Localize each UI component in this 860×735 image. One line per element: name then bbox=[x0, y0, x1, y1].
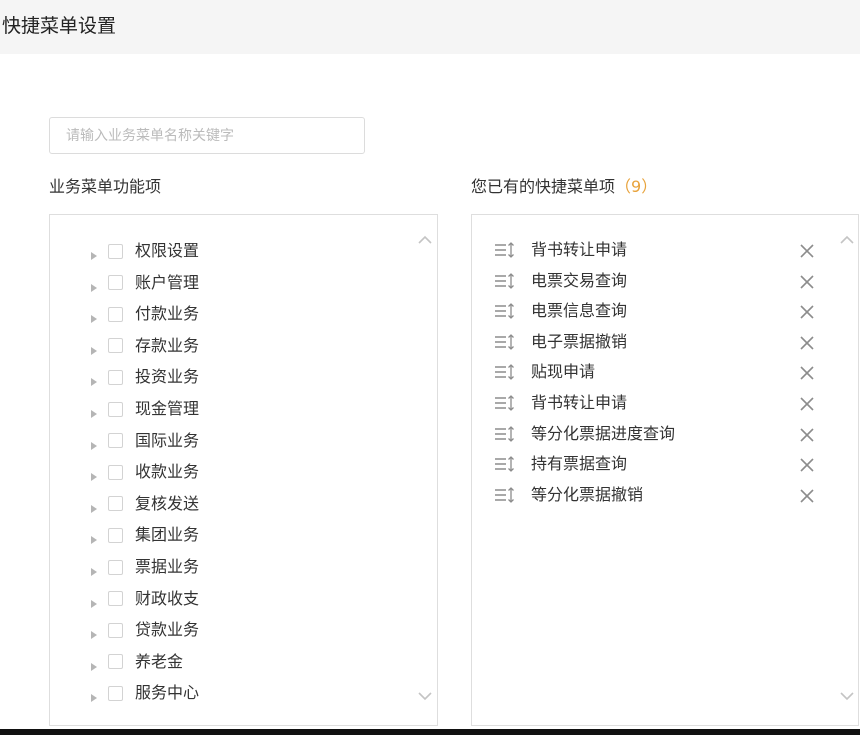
checkbox[interactable] bbox=[108, 369, 123, 385]
checkbox[interactable] bbox=[108, 464, 123, 480]
quick-menu-item-label: 电票交易查询 bbox=[531, 270, 628, 290]
expand-arrow-icon[interactable] bbox=[90, 625, 98, 640]
drag-handle-icon[interactable] bbox=[494, 241, 516, 259]
tree-item-label: 贷款业务 bbox=[135, 620, 200, 640]
tree-item-label: 国际业务 bbox=[135, 430, 200, 450]
drag-handle-icon[interactable] bbox=[494, 486, 516, 504]
drag-handle-icon[interactable] bbox=[494, 363, 516, 381]
tree-item-label: 集团业务 bbox=[135, 525, 200, 545]
checkbox[interactable] bbox=[108, 496, 123, 512]
checkbox[interactable] bbox=[108, 306, 123, 322]
quick-menu-item-label: 等分化票据进度查询 bbox=[531, 423, 676, 443]
drag-handle-icon[interactable] bbox=[494, 333, 516, 351]
quick-menu-item[interactable]: 持有票据查询 bbox=[472, 450, 852, 478]
quick-menu-item[interactable]: 电子票据撤销 bbox=[472, 328, 852, 356]
drag-handle-icon[interactable] bbox=[494, 302, 516, 320]
tree-item-label: 权限设置 bbox=[135, 241, 200, 260]
quick-menu-item-label: 电子票据撤销 bbox=[531, 331, 628, 351]
tree-item-label: 收款业务 bbox=[135, 462, 200, 482]
remove-icon[interactable] bbox=[800, 488, 814, 503]
checkbox[interactable] bbox=[108, 401, 123, 417]
quick-menu-item[interactable]: 贴现申请 bbox=[472, 358, 852, 386]
expand-arrow-icon[interactable] bbox=[90, 341, 98, 355]
remove-icon[interactable] bbox=[800, 457, 814, 472]
remove-icon[interactable] bbox=[800, 243, 814, 258]
expand-arrow-icon[interactable] bbox=[90, 594, 98, 608]
drag-handle-icon[interactable] bbox=[494, 272, 516, 290]
tree-item-label: 存款业务 bbox=[135, 335, 200, 355]
quick-menu-item-label: 电票信息查询 bbox=[531, 301, 628, 321]
checkbox[interactable] bbox=[108, 243, 123, 259]
expand-arrow-icon[interactable] bbox=[90, 467, 98, 482]
expand-arrow-icon[interactable] bbox=[90, 372, 98, 387]
tree-item-label: 投资业务 bbox=[135, 367, 200, 387]
quick-menu-label-text: 您已有的快捷菜单项 bbox=[471, 177, 616, 196]
tree-item-label: 财政收支 bbox=[135, 588, 200, 608]
quick-menu-count: （9） bbox=[615, 177, 658, 196]
expand-arrow-icon[interactable] bbox=[90, 309, 98, 324]
quick-menu-item-label: 持有票据查询 bbox=[531, 454, 628, 474]
tree-item-label: 票据业务 bbox=[135, 557, 200, 576]
scroll-down-icon[interactable] bbox=[840, 691, 854, 705]
drag-handle-icon[interactable] bbox=[494, 455, 516, 473]
quick-menu-item-label: 贴现申请 bbox=[531, 362, 596, 382]
quick-menu-item-label: 等分化票据撤销 bbox=[531, 484, 644, 504]
quick-menu-item[interactable]: 电票信息查询 bbox=[472, 297, 852, 325]
quick-menu-item-label: 背书转让申请 bbox=[531, 240, 628, 259]
scroll-down-icon[interactable] bbox=[418, 691, 432, 705]
tree-item-label: 付款业务 bbox=[135, 304, 200, 324]
tree-item-label: 复核发送 bbox=[135, 493, 200, 513]
quick-menu-item[interactable]: 背书转让申请 bbox=[472, 389, 852, 417]
remove-icon[interactable] bbox=[800, 427, 814, 442]
expand-arrow-icon[interactable] bbox=[90, 436, 98, 450]
remove-icon[interactable] bbox=[800, 365, 814, 380]
checkbox[interactable] bbox=[108, 433, 123, 449]
checkbox[interactable] bbox=[108, 275, 123, 291]
quick-menu-item[interactable]: 电票交易查询 bbox=[472, 267, 852, 295]
page-header: 快捷菜单设置 bbox=[0, 0, 860, 54]
scroll-up-icon[interactable] bbox=[840, 235, 854, 249]
checkbox[interactable] bbox=[108, 591, 123, 607]
expand-arrow-icon[interactable] bbox=[90, 530, 98, 545]
bottom-bar bbox=[0, 729, 860, 735]
page-title: 快捷菜单设置 bbox=[2, 15, 117, 37]
search-input[interactable] bbox=[49, 117, 365, 154]
scroll-up-icon[interactable] bbox=[418, 235, 432, 249]
expand-arrow-icon[interactable] bbox=[90, 404, 98, 418]
quick-menu-item[interactable]: 背书转让申请 bbox=[472, 236, 852, 264]
remove-icon[interactable] bbox=[800, 396, 814, 411]
tree-item-label: 养老金 bbox=[135, 651, 184, 671]
tree-item-label: 账户管理 bbox=[135, 272, 200, 292]
checkbox[interactable] bbox=[108, 654, 123, 670]
tree-item-label: 服务中心 bbox=[135, 683, 200, 703]
expand-arrow-icon[interactable] bbox=[90, 657, 98, 671]
checkbox[interactable] bbox=[108, 338, 123, 354]
remove-icon[interactable] bbox=[800, 274, 814, 289]
business-menu-panel[interactable]: 权限设置账户管理付款业务存款业务投资业务现金管理国际业务收款业务复核发送集团业务… bbox=[49, 214, 438, 726]
expand-arrow-icon[interactable] bbox=[90, 246, 98, 260]
checkbox[interactable] bbox=[108, 622, 123, 638]
business-menu-label: 业务菜单功能项 bbox=[49, 177, 162, 196]
tree-item-label: 现金管理 bbox=[135, 399, 200, 418]
quick-menu-item-label: 背书转让申请 bbox=[531, 393, 628, 412]
expand-arrow-icon[interactable] bbox=[90, 278, 98, 292]
remove-icon[interactable] bbox=[800, 335, 814, 350]
checkbox[interactable] bbox=[108, 527, 123, 543]
drag-handle-icon[interactable] bbox=[494, 425, 516, 443]
checkbox[interactable] bbox=[108, 559, 123, 575]
quick-menu-item[interactable]: 等分化票据进度查询 bbox=[472, 420, 852, 448]
quick-menu-item[interactable]: 等分化票据撤销 bbox=[472, 481, 852, 509]
expand-arrow-icon[interactable] bbox=[90, 499, 98, 513]
quick-menu-panel[interactable]: 背书转让申请 电票交易查询 电票信息查询 电子票据撤销 贴现申请 背书转让申请 等分化票据进… bbox=[471, 214, 859, 726]
quick-menu-label: 您已有的快捷菜单项（9） bbox=[471, 177, 657, 197]
checkbox[interactable] bbox=[108, 685, 123, 701]
expand-arrow-icon[interactable] bbox=[90, 562, 98, 576]
remove-icon[interactable] bbox=[800, 304, 814, 319]
expand-arrow-icon[interactable] bbox=[90, 688, 98, 703]
drag-handle-icon[interactable] bbox=[494, 394, 516, 412]
